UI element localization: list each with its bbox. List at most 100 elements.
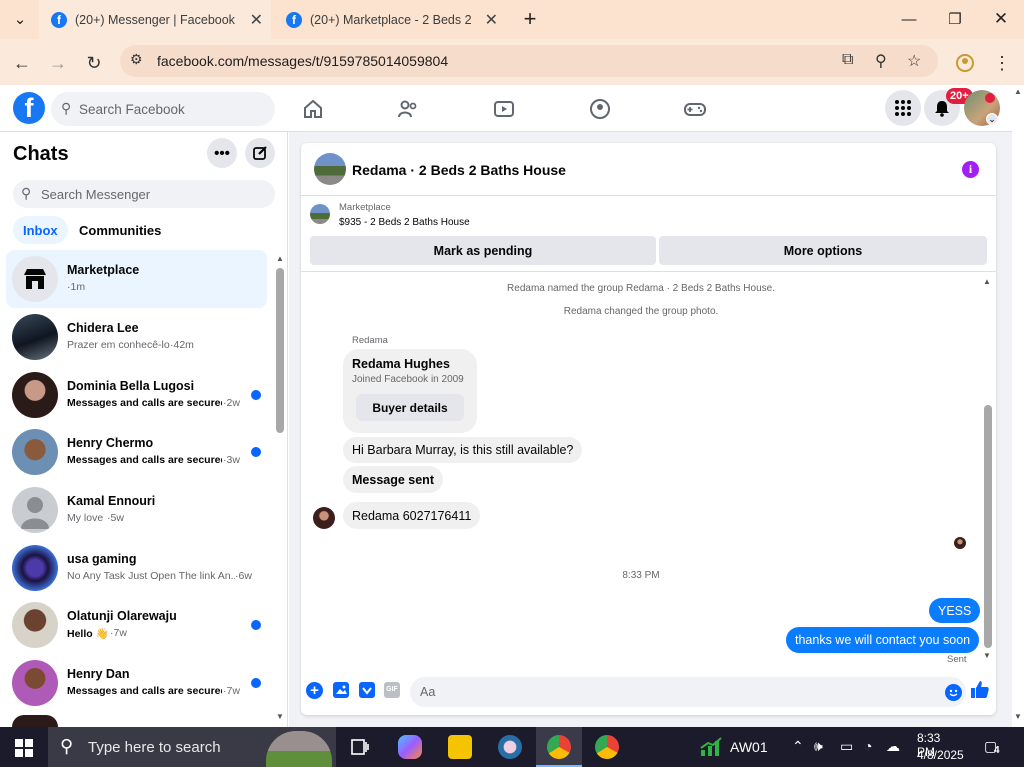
chat-preview: Prazer em conhecê-lo: [67, 339, 170, 351]
friends-icon[interactable]: [395, 96, 421, 122]
profile-icon[interactable]: [953, 51, 977, 75]
conversation-title[interactable]: Redama · 2 Beds 2 Baths House: [352, 162, 566, 178]
clock-date[interactable]: 4/8/2025: [917, 748, 964, 762]
tab-close-icon[interactable]: ✕: [485, 10, 498, 30]
scrollbar-thumb[interactable]: [984, 405, 992, 648]
unread-dot: [251, 620, 261, 630]
sender-avatar[interactable]: [313, 507, 335, 529]
chat-item-kamal-ennouri[interactable]: Kamal Ennouri My love ·5w: [6, 481, 267, 539]
outgoing-message[interactable]: thanks we will contact you soon: [786, 627, 980, 653]
scroll-down-arrow-icon[interactable]: ▼: [276, 712, 284, 721]
install-app-icon[interactable]: ⧉: [842, 51, 853, 69]
browser-tab-marketplace[interactable]: f (20+) Marketplace - 2 Beds 2 Ba ✕: [274, 0, 506, 39]
windows-start-icon[interactable]: [15, 739, 33, 762]
add-plus-icon[interactable]: +: [306, 682, 323, 699]
window-close-icon[interactable]: ✕: [986, 6, 1016, 32]
unread-dot: [251, 390, 261, 400]
conversation-scrollbar[interactable]: ▲ ▼: [983, 277, 993, 665]
scroll-down-arrow-icon[interactable]: ▼: [1014, 712, 1022, 721]
more-options-button[interactable]: More options: [659, 236, 987, 265]
chat-item-chidera-lee[interactable]: Chidera Lee Prazer em conhecê-lo ·42m: [6, 308, 267, 366]
incoming-message[interactable]: Message sent: [343, 466, 443, 493]
stock-chart-icon[interactable]: [700, 736, 722, 763]
mark-as-pending-button[interactable]: Mark as pending: [310, 236, 656, 265]
browser-menu-icon[interactable]: ⋮: [990, 51, 1014, 75]
volume-icon[interactable]: 🕪: [814, 738, 823, 755]
taskbar-search-box[interactable]: ⚲ Type here to search: [48, 727, 336, 767]
site-info-icon[interactable]: ⚙: [130, 51, 143, 68]
browser-tab-messenger[interactable]: f (20+) Messenger | Facebook ✕: [39, 0, 271, 39]
page-scrollbar[interactable]: ▲ ▼: [1012, 85, 1024, 727]
chrome-profile-icon[interactable]: [595, 735, 619, 759]
chat-item-dominia-bella-lugosi[interactable]: Dominia Bella Lugosi Messages and calls …: [6, 366, 267, 424]
outgoing-message[interactable]: YESS: [929, 598, 981, 623]
sticky-notes-icon[interactable]: [448, 735, 472, 759]
sender-name: Redama: [352, 335, 388, 346]
network-icon[interactable]: ☁: [886, 738, 900, 755]
info-icon[interactable]: i: [962, 161, 979, 178]
listing-title[interactable]: $935 - 2 Beds 2 Baths House: [339, 217, 470, 228]
wifi-icon[interactable]: ◔: [864, 738, 872, 754]
tray-chevron-icon[interactable]: ⌃: [792, 738, 804, 755]
tab-close-icon[interactable]: ✕: [250, 10, 263, 30]
listing-thumbnail[interactable]: [310, 204, 330, 224]
chat-item-henry-dan[interactable]: Henry Dan Messages and calls are secured…: [6, 654, 267, 712]
scrollbar-thumb[interactable]: [276, 268, 284, 433]
avatar: [12, 602, 58, 648]
windows-taskbar: ⚲ Type here to search AW01 ⌃ 🕪 ▭ ◔ ☁ 8:3…: [0, 727, 1024, 767]
new-message-icon[interactable]: [245, 138, 275, 168]
battery-icon[interactable]: ▭: [840, 738, 853, 755]
chrome-taskbar-button[interactable]: [536, 727, 582, 767]
more-options-icon[interactable]: •••: [207, 138, 237, 168]
facebook-search-input[interactable]: ⚲ Search Facebook: [51, 92, 275, 126]
photo-icon[interactable]: [333, 682, 349, 698]
copilot-icon[interactable]: [398, 735, 422, 759]
app-icon[interactable]: [498, 735, 522, 759]
search-icon: ⚲: [21, 185, 32, 201]
scroll-up-arrow-icon[interactable]: ▲: [983, 277, 991, 286]
incoming-message[interactable]: Hi Barbara Murray, is this still availab…: [343, 437, 583, 463]
chat-item-marketplace[interactable]: Marketplace ·1m: [6, 250, 267, 308]
new-tab-plus-icon[interactable]: +: [515, 6, 545, 32]
tab-search-chevron-icon[interactable]: ⌄: [5, 6, 35, 32]
chat-item-olatunji-olarewaju[interactable]: Olatunji Olarewaju Hello 👋 ·7w: [6, 596, 267, 654]
stock-label[interactable]: AW01: [730, 739, 768, 755]
account-chevron-icon[interactable]: ⌄: [986, 113, 998, 125]
menu-grid-icon[interactable]: [885, 90, 921, 126]
scroll-up-arrow-icon[interactable]: ▲: [276, 254, 284, 263]
tab-inbox[interactable]: Inbox: [13, 216, 68, 244]
back-arrow-icon[interactable]: ←: [10, 51, 34, 75]
scroll-down-arrow-icon[interactable]: ▼: [983, 651, 991, 660]
task-view-icon[interactable]: [348, 735, 372, 759]
chat-time: ·6w: [235, 570, 252, 582]
chat-item-usa-gaming[interactable]: usa gaming No Any Task Just Open The lin…: [6, 539, 267, 597]
forward-arrow-icon[interactable]: →: [46, 51, 70, 75]
emoji-icon[interactable]: [945, 684, 962, 701]
messenger-search-input[interactable]: ⚲ Search Messenger: [13, 180, 275, 208]
chat-preview: No Any Task Just Open The link An...: [67, 570, 235, 582]
video-icon[interactable]: [491, 96, 517, 122]
facebook-logo[interactable]: f: [13, 92, 45, 124]
buyer-details-button[interactable]: Buyer details: [356, 394, 464, 421]
chats-scrollbar[interactable]: ▲ ▼: [275, 250, 285, 726]
scroll-up-arrow-icon[interactable]: ▲: [1014, 87, 1022, 96]
chat-item-henry-chermo[interactable]: Henry Chermo Messages and calls are secu…: [6, 423, 267, 481]
group-photo[interactable]: [314, 153, 346, 185]
tab-communities[interactable]: Communities: [69, 216, 171, 244]
reload-icon[interactable]: ↻: [82, 51, 106, 75]
home-icon[interactable]: [300, 96, 326, 122]
minimize-icon[interactable]: —: [894, 6, 924, 32]
omnibox[interactable]: ⚙ facebook.com/messages/t/91597850140598…: [120, 45, 938, 77]
unread-dot: [251, 678, 261, 688]
bookmark-star-icon[interactable]: ☆: [907, 51, 921, 71]
tab-title: (20+) Messenger | Facebook: [75, 12, 235, 27]
sticker-icon[interactable]: [359, 682, 375, 698]
gif-icon[interactable]: GIF: [384, 682, 400, 698]
message-input[interactable]: Aa: [410, 677, 966, 707]
zoom-icon[interactable]: ⚲: [875, 51, 887, 71]
thumbs-up-icon[interactable]: [970, 680, 989, 704]
groups-icon[interactable]: [587, 96, 613, 122]
maximize-icon[interactable]: ❐: [940, 6, 970, 32]
gaming-icon[interactable]: [682, 96, 708, 122]
incoming-message[interactable]: Redama 6027176411: [343, 502, 481, 529]
